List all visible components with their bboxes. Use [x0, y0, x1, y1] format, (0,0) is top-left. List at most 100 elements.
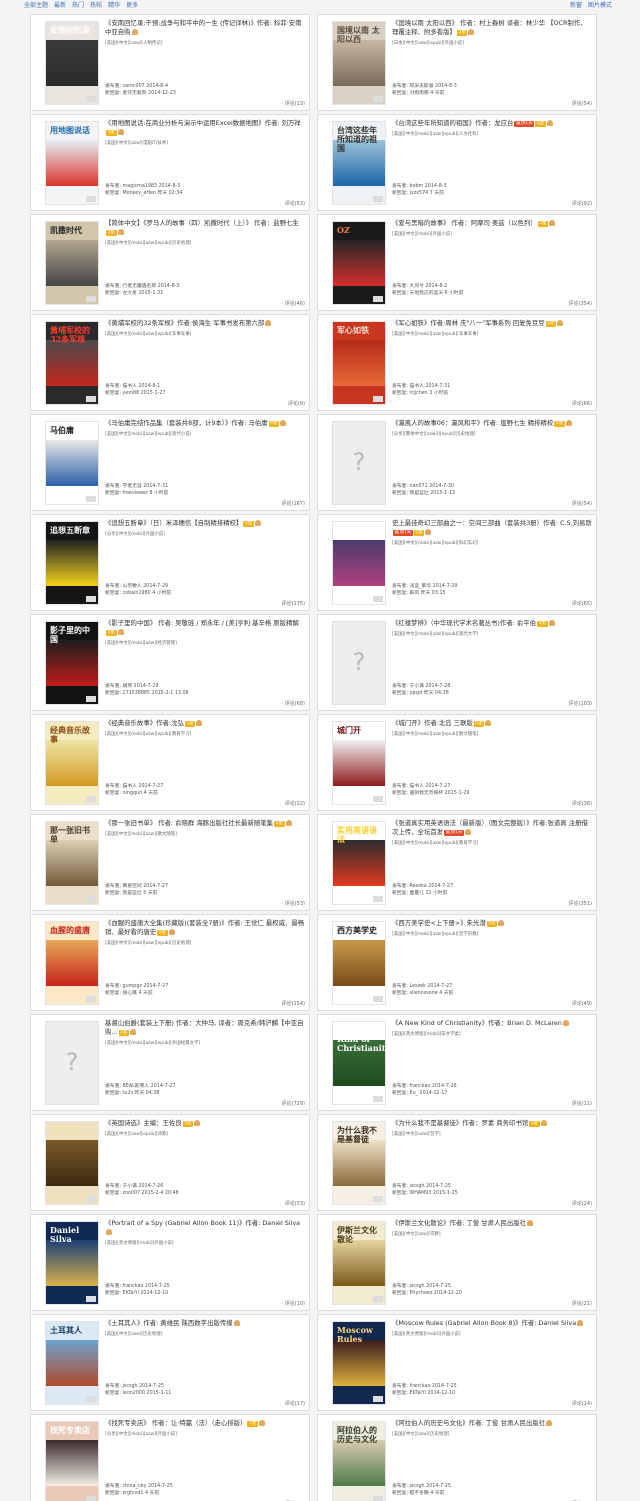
thread-title[interactable]: 《安南回忆录:干预:战争与和平中的一生 (传记译林)》作者: 科菲·安南 中亚自… — [105, 19, 305, 37]
thread-card[interactable]: Moscow Rules 《Moscow Rules (Gabriel Allon… — [317, 1314, 597, 1411]
book-cover-thumbnail[interactable]: 黄埔军校的32条军规 — [45, 321, 99, 405]
thread-title[interactable]: 《台湾这些年所知道的祖国》作者：龙应台 置顶1天 5星 — [392, 119, 592, 128]
thread-card[interactable]: 实用英语语法 《张道真实用英语语法（最新版）（图文完整版）》作者:张道真 注册借次… — [317, 814, 597, 911]
filter-link[interactable]: 全部主题 — [24, 2, 48, 9]
book-cover-thumbnail[interactable]: 空间三部曲 — [332, 521, 386, 605]
thread-card[interactable]: ? 基督山伯爵(套装上下册) 作者：大仲马, 译者：周克希/韩沪麟【中亚自购...… — [30, 1014, 310, 1111]
filter-link[interactable]: 热帖 — [90, 2, 102, 9]
filter-link[interactable]: 热门 — [72, 2, 84, 9]
thread-title-text[interactable]: 《国境以南 太阳以西》 作者：村上春树 译者：林少华 【OCR制作、理覆注释、附… — [392, 19, 587, 36]
thread-title-text[interactable]: 《军心如铁》作者:周林 庆"八一"军事系列 回复免豆豆 — [392, 319, 545, 327]
book-cover-thumbnail[interactable]: 经典音乐故事 — [45, 721, 99, 805]
book-cover-thumbnail[interactable]: 影子里的中国 — [45, 621, 99, 705]
book-cover-thumbnail[interactable]: 找死专卖店 — [45, 1421, 99, 1501]
book-cover-thumbnail[interactable]: 凯撒时代 — [45, 221, 99, 305]
thread-title[interactable]: 《黄埔军校的32条军规》作者:侯海生 军事书发布第六部 — [105, 319, 305, 328]
thread-card[interactable]: 西方美学史 《西方美学史<上下册>》朱光潜 5星 [美国][中文][mobi][azw… — [317, 914, 597, 1011]
comment-count-link[interactable]: 评论(351) — [569, 900, 592, 907]
thread-title-text[interactable]: 《经典音乐故事》作者:沈弘 — [105, 719, 184, 727]
book-cover-thumbnail[interactable]: 血腥的盛唐 — [45, 921, 99, 1005]
thread-card[interactable]: ? 《红楼梦辨》（中华现代学术名著丛书)作者: 俞平伯 5星 [美国][中文][mob… — [317, 614, 597, 711]
thread-title-text[interactable]: 史上最佳奇幻三部曲之一：空间三部曲（套装共3册）作者: C.S.刘易斯 — [392, 519, 592, 527]
thread-title-text[interactable]: 《张道真实用英语语法（最新版）（图文完整版）》作者:张道真 注册借次上传，全坛首… — [392, 819, 588, 836]
thread-title-text[interactable]: 《黄埔军校的32条军规》作者:侯海生 军事书发布第六部 — [105, 319, 264, 327]
thread-title-text[interactable]: 《西方美学史<上下册>》朱光潜 — [392, 919, 486, 927]
thread-card[interactable]: 城门开 《城门开》作者:北岛 三联版 5星 [美国][中文][mobi][azw][e… — [317, 714, 597, 811]
comment-count-link[interactable]: 评论(354) — [569, 300, 592, 307]
comment-count-link[interactable]: 评论(167) — [282, 500, 305, 507]
book-cover-thumbnail[interactable]: 英国诗选 — [45, 1121, 99, 1205]
thread-title-text[interactable]: 《为什么我不是基督徒》作者：罗素 商务印书馆 — [392, 1119, 528, 1127]
thread-title[interactable]: 《经典音乐故事》作者:沈弘 5星 — [105, 719, 305, 728]
thread-title[interactable]: 《血腥的盛唐大全集(珍藏版)(套装全7册)》作者: 王觉仁 最权威、最畅销、最好… — [105, 919, 305, 937]
thread-card[interactable]: 空间三部曲 史上最佳奇幻三部曲之一：空间三部曲（套装共3册）作者: C.S.刘易斯… — [317, 514, 597, 611]
comment-count-link[interactable]: 评论(33) — [285, 1200, 305, 1207]
thread-title[interactable]: 《军心如铁》作者:周林 庆"八一"军事系列 回复免豆豆 5星 — [392, 319, 592, 328]
thread-card[interactable]: 用地图说话 《用地图说话:在商业分析与演示中运用Excel数据地图》作者: 刘万祥… — [30, 114, 310, 211]
thread-card[interactable]: 英国诗选 《英国诗选》主编：王佐良 5星 [美国][中文][azw][epub][诗歌… — [30, 1114, 310, 1211]
book-cover-thumbnail[interactable]: 实用英语语法 — [332, 821, 386, 905]
thread-title[interactable]: 《那一张旧书单》 作者: 俞晓群 海豚出版社社长最新随笔集 5星 — [105, 819, 305, 828]
thread-card[interactable]: 台湾这些年所知道的祖国 《台湾这些年所知道的祖国》作者：龙应台 置顶1天 5星 [美国]… — [317, 114, 597, 211]
thread-title[interactable]: 《西方美学史<上下册>》朱光潜 5星 — [392, 919, 592, 928]
thread-card[interactable]: 军心如铁 《军心如铁》作者:周林 庆"八一"军事系列 回复免豆豆 5星 [美国][中文… — [317, 314, 597, 411]
comment-count-link[interactable]: 评论(154) — [282, 1000, 305, 1007]
thread-title-text[interactable]: 《追想五断章》（日）米泽穗信【自制精排精校】 — [105, 519, 242, 527]
thread-title-text[interactable]: 《找死专卖店》 作者：让·特赢（法）（走心排版） — [105, 1419, 246, 1427]
thread-card[interactable]: 黄埔军校的32条军规 《黄埔军校的32条军规》作者:侯海生 军事书发布第六部 [美国… — [30, 314, 310, 411]
comment-count-link[interactable]: 评论(68) — [285, 700, 305, 707]
thread-card[interactable]: A New Kind of Christianity 《A New Kind of… — [317, 1014, 597, 1111]
thread-title[interactable]: 史上最佳奇幻三部曲之一：空间三部曲（套装共3册）作者: C.S.刘易斯置顶1天 5… — [392, 519, 592, 537]
thread-title[interactable]: 《城门开》作者:北岛 三联版 5星 — [392, 719, 592, 728]
thread-title-text[interactable]: 【简体中文】《罗马人的故事（四）凯撒时代（上）》 作者：盐野七生 — [105, 219, 299, 227]
comment-count-link[interactable]: 评论(46) — [285, 300, 305, 307]
comment-count-link[interactable]: 评论(729) — [282, 1100, 305, 1107]
thread-title[interactable]: 《国境以南 太阳以西》 作者：村上春树 译者：林少华 【OCR制作、理覆注释、附… — [392, 19, 592, 37]
thread-title-text[interactable]: 《Moscow Rules (Gabriel Allon Book 8)》作者:… — [392, 1319, 576, 1327]
comment-count-link[interactable]: 评论(65) — [572, 600, 592, 607]
book-cover-thumbnail[interactable]: 土耳其人 — [45, 1321, 99, 1405]
book-cover-thumbnail[interactable]: 为什么我不是基督徒 — [332, 1121, 386, 1205]
comment-count-link[interactable]: 评论(63) — [285, 200, 305, 207]
book-cover-thumbnail[interactable]: 阿拉伯人的历史与文化 — [332, 1421, 386, 1501]
thread-title-text[interactable]: 《红楼梦辨》（中华现代学术名著丛书)作者: 俞平伯 — [392, 619, 536, 627]
book-cover-thumbnail[interactable]: Moscow Rules — [332, 1321, 386, 1405]
comment-count-link[interactable]: 评论(53) — [285, 900, 305, 907]
book-cover-thumbnail[interactable]: 伊斯兰文化散论 — [332, 1221, 386, 1305]
thread-card[interactable]: 那一张旧书单 《那一张旧书单》 作者: 俞晓群 海豚出版社社长最新随笔集 5星 [美国… — [30, 814, 310, 911]
thread-card[interactable]: 为什么我不是基督徒 《为什么我不是基督徒》作者：罗素 商务印书馆 5星 [美国][中文… — [317, 1114, 597, 1211]
comment-count-link[interactable]: 评论(49) — [572, 1000, 592, 1007]
thread-title[interactable]: 《A New Kind of Christianity》作者：Brian D. … — [392, 1019, 592, 1028]
thread-card[interactable]: 经典音乐故事 《经典音乐故事》作者:沈弘 5星 [美国][中文][mobi][azw]… — [30, 714, 310, 811]
thread-title-text[interactable]: 《伊斯兰文化散论》作者: 丁俊 甘肃人民出版社 — [392, 1219, 526, 1227]
thread-title[interactable]: 《影子里的中国》 作者: 吴敬琏 / 郑永年 / [美]亨利·基辛格 原版精解 5… — [105, 619, 305, 637]
comment-count-link[interactable]: 评论(36) — [572, 800, 592, 807]
comment-count-link[interactable]: 评论(54) — [572, 100, 592, 107]
comment-count-link[interactable]: 评论(13) — [285, 100, 305, 107]
comment-count-link[interactable]: 评论(54) — [572, 500, 592, 507]
thread-title-text[interactable]: 《瀛風人的故事06：瀛风和平》作者: 塩野七生 精排精校 — [392, 419, 553, 427]
comment-count-link[interactable]: 评论(9) — [288, 400, 305, 407]
book-cover-thumbnail[interactable]: 西方美学史 — [332, 921, 386, 1005]
thread-title[interactable]: 《瀛風人的故事06：瀛风和平》作者: 塩野七生 精排精校 5星 — [392, 419, 592, 428]
book-cover-thumbnail[interactable]: Daniel Silva — [45, 1221, 99, 1305]
new-window-toggle[interactable]: 新窗 — [570, 2, 582, 9]
thread-title[interactable]: 《阿拉伯人的历史与文化》作者: 丁俊 甘肃人民出版社 — [392, 1419, 592, 1428]
thread-title[interactable]: 《Moscow Rules (Gabriel Allon Book 8)》作者:… — [392, 1319, 592, 1328]
thread-card[interactable]: 追想五断章 《追想五断章》（日）米泽穗信【自制精排精校】 5星 [分享][中文][mo… — [30, 514, 310, 611]
thread-title[interactable]: 《英国诗选》主编：王佐良 5星 — [105, 1119, 305, 1128]
thread-title-text[interactable]: 《用地图说话:在商业分析与演示中运用Excel数据地图》作者: 刘万祥 — [105, 119, 301, 127]
thread-card[interactable]: 安南回忆录 《安南回忆录:干预:战争与和平中的一生 (传记译林)》作者: 科菲·安… — [30, 14, 310, 111]
thread-card[interactable]: 土耳其人 《土耳其人》作者: 黄维民 陕西数字出版传媒 [美国][中文][azw][… — [30, 1314, 310, 1411]
book-cover-thumbnail[interactable]: 追想五断章 — [45, 521, 99, 605]
thread-title[interactable]: 《红楼梦辨》（中华现代学术名著丛书)作者: 俞平伯 5星 — [392, 619, 592, 628]
thread-card[interactable]: 影子里的中国 《影子里的中国》 作者: 吴敬琏 / 郑永年 / [美]亨利·基辛格… — [30, 614, 310, 711]
thread-title-text[interactable]: 《影子里的中国》 作者: 吴敬琏 / 郑永年 / [美]亨利·基辛格 原版精解 — [105, 619, 299, 627]
thread-title[interactable]: 《用地图说话:在商业分析与演示中运用Excel数据地图》作者: 刘万祥 5星 — [105, 119, 305, 137]
thread-title-text[interactable]: 《A New Kind of Christianity》作者：Brian D. … — [392, 1019, 562, 1027]
thread-card[interactable]: 血腥的盛唐 《血腥的盛唐大全集(珍藏版)(套装全7册)》作者: 王觉仁 最权威、最… — [30, 914, 310, 1011]
thread-card[interactable]: 伊斯兰文化散论 《伊斯兰文化散论》作者: 丁俊 甘肃人民出版社 [美国][中文][a… — [317, 1214, 597, 1311]
thread-card[interactable]: Daniel Silva 《Portrait of a Spy (Gabriel … — [30, 1214, 310, 1311]
thread-title[interactable]: 《张道真实用英语语法（最新版）（图文完整版）》作者:张道真 注册借次上传，全坛首… — [392, 819, 592, 837]
filter-link[interactable]: 更多 — [126, 2, 138, 9]
